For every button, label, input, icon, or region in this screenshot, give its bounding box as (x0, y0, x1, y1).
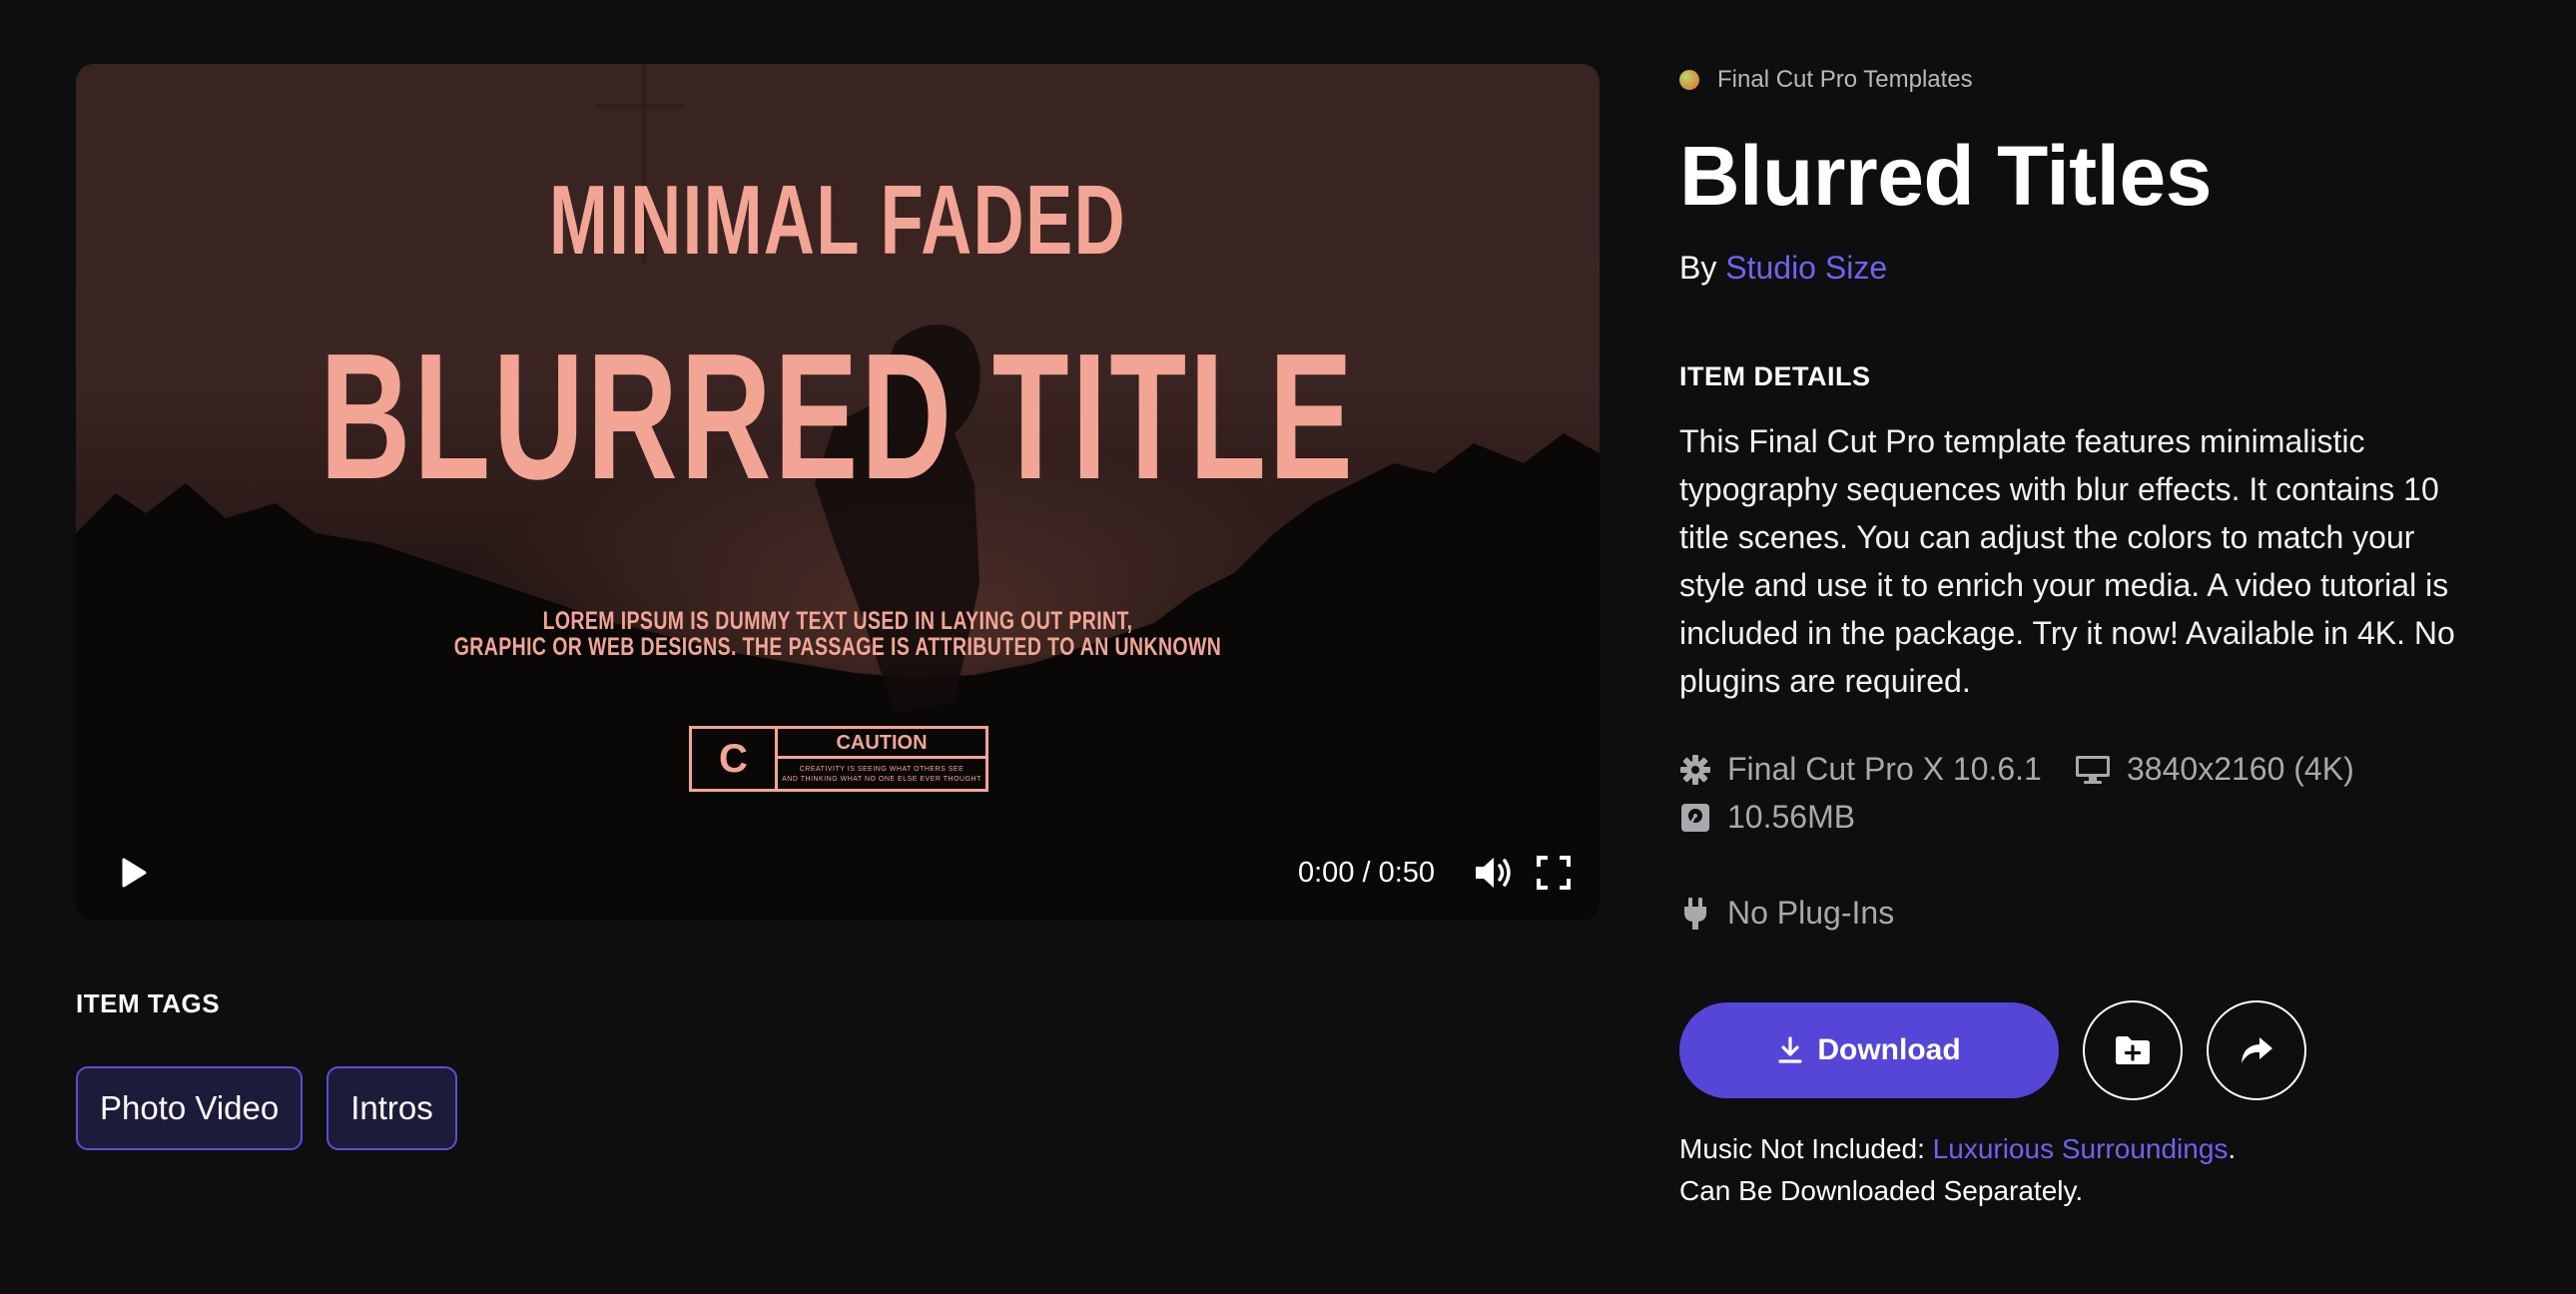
video-controls: 0:00 / 0:50 (76, 825, 1600, 921)
volume-icon (1476, 858, 1511, 888)
play-icon (122, 858, 147, 888)
item-title: Blurred Titles (1679, 129, 2212, 223)
author-link[interactable]: Studio Size (1725, 250, 1887, 286)
add-to-collection-button[interactable] (2083, 1000, 2183, 1100)
video-body-line-2: GRAPHIC OR WEB DESIGNS. THE PASSAGE IS A… (453, 633, 1222, 661)
monitor-icon (2076, 755, 2110, 784)
category-dot-icon (1679, 70, 1699, 90)
plug-icon (1684, 897, 1706, 930)
spec-plugins: No Plug-Ins (1679, 895, 1894, 932)
video-headline: BLURRED TITLE (320, 317, 1356, 517)
caution-letter: C (692, 729, 778, 789)
spec-file-size-value: 10.56MB (1727, 799, 1856, 835)
item-actions: Download (1679, 1000, 2306, 1100)
disk-icon (1681, 803, 1709, 832)
video-subheading: MINIMAL FADED (549, 165, 1126, 275)
play-button[interactable] (112, 853, 152, 893)
music-prefix: Music Not Included: (1679, 1133, 1925, 1164)
caution-fine-print: CREATIVITY IS SEEING WHAT OTHERS SEE AND… (778, 759, 985, 789)
download-button[interactable]: Download (1679, 1002, 2059, 1098)
item-description: This Final Cut Pro template features min… (1679, 423, 2455, 699)
music-suffix: . (2228, 1133, 2237, 1164)
caution-title: CAUTION (778, 729, 985, 759)
fullscreen-button[interactable] (1536, 855, 1572, 891)
spec-resolution: 3840x2160 (4K) (2075, 751, 2354, 788)
share-button[interactable] (2207, 1000, 2306, 1100)
video-body-text: LOREM IPSUM IS DUMMY TEXT USED IN LAYING… (244, 608, 1432, 660)
folder-plus-icon (2116, 1036, 2150, 1064)
category-link[interactable]: Final Cut Pro Templates (1679, 66, 1973, 94)
tag-photo-video[interactable]: Photo Video (76, 1066, 304, 1150)
category-label: Final Cut Pro Templates (1717, 66, 1973, 93)
download-label: Download (1817, 1033, 1961, 1066)
video-player[interactable]: MINIMAL FADED BLURRED TITLE LOREM IPSUM … (76, 64, 1600, 921)
caution-box: C CAUTION CREATIVITY IS SEEING WHAT OTHE… (689, 726, 988, 792)
spec-software: Final Cut Pro X 10.6.1 (1679, 751, 2042, 788)
spec-resolution-value: 3840x2160 (4K) (2127, 751, 2354, 787)
video-body-line-1: LOREM IPSUM IS DUMMY TEXT USED IN LAYING… (542, 607, 1133, 635)
share-icon (2242, 1037, 2272, 1063)
music-track-link[interactable]: Luxurious Surroundings (1933, 1133, 2229, 1164)
download-icon (1778, 1036, 1802, 1063)
spec-file-size: 10.56MB (1679, 799, 1855, 836)
item-tags-heading: ITEM TAGS (76, 988, 221, 1018)
author-prefix: By (1679, 250, 1717, 286)
item-page: MINIMAL FADED BLURRED TITLE LOREM IPSUM … (0, 0, 2576, 1294)
item-details-heading: ITEM DETAILS (1679, 361, 1871, 391)
volume-button[interactable] (1472, 853, 1516, 893)
caution-content: CAUTION CREATIVITY IS SEEING WHAT OTHERS… (778, 729, 985, 789)
caution-fine-line-2: AND THINKING WHAT NO ONE ELSE EVER THOUG… (782, 776, 981, 783)
music-note-line-1: Music Not Included: Luxurious Surroundin… (1679, 1128, 2236, 1170)
tag-intros[interactable]: Intros (326, 1066, 457, 1150)
video-time: 0:00 / 0:50 (1298, 857, 1436, 889)
author-line: By Studio Size (1679, 250, 1887, 287)
spec-plugins-value: No Plug-Ins (1727, 895, 1895, 931)
gear-icon (1680, 754, 1710, 785)
fullscreen-icon (1537, 856, 1571, 890)
music-note: Music Not Included: Luxurious Surroundin… (1679, 1128, 2236, 1212)
item-tags: Photo Video Intros (76, 1066, 457, 1150)
music-note-line-2: Can Be Downloaded Separately. (1679, 1175, 2084, 1206)
caution-fine-line-1: CREATIVITY IS SEEING WHAT OTHERS SEE (799, 766, 965, 773)
spec-software-value: Final Cut Pro X 10.6.1 (1727, 751, 2042, 787)
